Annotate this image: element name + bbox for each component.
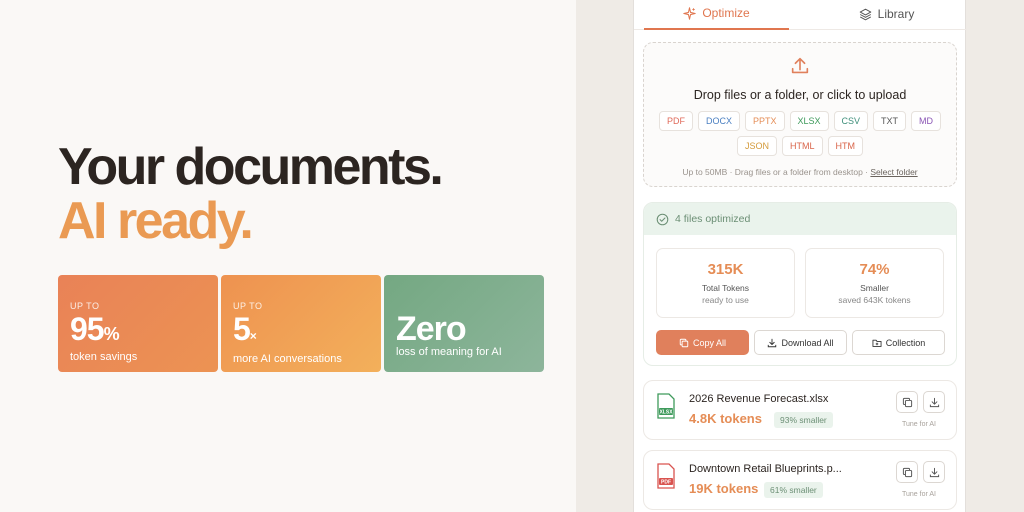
- file-savings-badge: 93% smaller: [774, 412, 833, 428]
- stat-prefix: UP TO: [233, 301, 263, 311]
- summary-status: 4 files optimized: [675, 213, 751, 225]
- stat-card-conversations: UP TO 5× more AI conversations: [221, 275, 381, 372]
- upload-dropzone[interactable]: Drop files or a folder, or click to uplo…: [643, 42, 957, 187]
- hero-line-1: Your documents.: [58, 138, 444, 196]
- upload-icon: [791, 57, 809, 74]
- hero-line-2: AI ready.: [58, 192, 254, 250]
- download-icon: [929, 397, 939, 407]
- download-file-button[interactable]: [923, 391, 945, 413]
- layers-icon: [859, 8, 871, 20]
- tab-optimize-label: Optimize: [702, 6, 750, 20]
- hero-headline: Your documents. AI ready.: [58, 138, 444, 250]
- select-folder-link[interactable]: Select folder: [870, 167, 917, 177]
- format-chip-docx: DOCX: [697, 111, 740, 131]
- stat-prefix: UP TO: [70, 301, 100, 311]
- format-chips-row-2: JSON HTML HTM: [644, 136, 956, 156]
- download-all-button[interactable]: Download All: [754, 330, 847, 355]
- copy-icon: [679, 338, 689, 347]
- hero-section: Your documents. AI ready. UP TO 95% toke…: [0, 0, 576, 512]
- file-card[interactable]: XLSX 2026 Revenue Forecast.xlsx 4.8K tok…: [643, 380, 957, 440]
- download-icon: [768, 338, 777, 347]
- download-file-button[interactable]: [923, 461, 945, 483]
- metric-total-tokens: 315K Total Tokens ready to use: [656, 248, 795, 318]
- metric-detail: saved 643K tokens: [838, 295, 911, 305]
- tune-for-ai-link[interactable]: Tune for AI: [902, 491, 936, 498]
- collection-button[interactable]: Collection: [852, 330, 945, 355]
- file-tokens: 4.8K tokens: [689, 411, 762, 426]
- metric-label: Total Tokens: [701, 283, 750, 293]
- folder-plus-icon: [872, 339, 882, 347]
- format-chip-md: MD: [911, 111, 942, 131]
- file-savings-badge: 61% smaller: [764, 482, 823, 498]
- file-card[interactable]: PDF Downtown Retail Blueprints.p... 19K …: [643, 450, 957, 510]
- file-name: 2026 Revenue Forecast.xlsx: [689, 393, 829, 405]
- stat-value: 95%: [70, 311, 120, 347]
- format-chip-htm: HTM: [827, 136, 863, 156]
- copy-all-button[interactable]: Copy All: [656, 330, 749, 355]
- copy-file-button[interactable]: [896, 391, 918, 413]
- app-panel: Optimize Library Drop files or a folder,…: [633, 0, 967, 512]
- download-all-label: Download All: [781, 337, 834, 348]
- tab-bar: Optimize Library: [634, 0, 967, 30]
- file-name: Downtown Retail Blueprints.p...: [689, 463, 842, 475]
- upload-title: Drop files or a folder, or click to uplo…: [693, 88, 907, 102]
- svg-text:XLSX: XLSX: [659, 410, 673, 416]
- pdf-file-icon: PDF: [657, 463, 675, 489]
- metric-smaller: 74% Smaller saved 643K tokens: [805, 248, 944, 318]
- format-chip-pptx: PPTX: [744, 111, 785, 131]
- copy-all-label: Copy All: [692, 337, 727, 348]
- format-chip-csv: CSV: [833, 111, 869, 131]
- tab-optimize[interactable]: Optimize: [644, 0, 789, 30]
- format-chip-xlsx: XLSX: [789, 111, 829, 131]
- stat-card-token-savings: UP TO 95% token savings: [58, 275, 218, 372]
- tab-library-label: Library: [877, 7, 915, 21]
- copy-icon: [902, 397, 912, 407]
- optimization-summary: 4 files optimized 315K Total Tokens read…: [643, 202, 957, 366]
- metric-value: 315K: [707, 261, 744, 278]
- stat-label: loss of meaning for AI: [396, 346, 502, 358]
- metric-detail: ready to use: [702, 295, 749, 305]
- stat-label: token savings: [70, 351, 138, 363]
- copy-file-button[interactable]: [896, 461, 918, 483]
- metric-label: Smaller: [860, 283, 889, 293]
- download-icon: [929, 467, 939, 477]
- format-chip-html: HTML: [782, 136, 823, 156]
- stat-value: 5×: [233, 311, 257, 347]
- tune-for-ai-link[interactable]: Tune for AI: [902, 421, 936, 428]
- collection-label: Collection: [885, 337, 926, 348]
- stat-card-zero-loss: Zero loss of meaning for AI: [384, 275, 544, 372]
- svg-text:PDF: PDF: [661, 480, 671, 486]
- sparkle-icon: [683, 6, 697, 20]
- stat-label: more AI conversations: [233, 353, 342, 365]
- metric-value: 74%: [859, 261, 890, 278]
- format-chip-txt: TXT: [873, 111, 907, 131]
- upload-note: Up to 50MB · Drag files or a folder from…: [682, 167, 918, 177]
- stat-value: Zero: [396, 310, 467, 348]
- file-tokens: 19K tokens: [689, 481, 759, 496]
- xlsx-file-icon: XLSX: [657, 393, 675, 419]
- copy-icon: [902, 467, 912, 477]
- format-chip-pdf: PDF: [658, 111, 693, 131]
- check-circle-icon: [656, 213, 669, 225]
- summary-header: 4 files optimized: [644, 203, 956, 235]
- tab-library[interactable]: Library: [814, 0, 959, 30]
- format-chip-json: JSON: [736, 136, 777, 156]
- format-chips-row-1: PDF DOCX PPTX XLSX CSV TXT MD: [644, 111, 956, 131]
